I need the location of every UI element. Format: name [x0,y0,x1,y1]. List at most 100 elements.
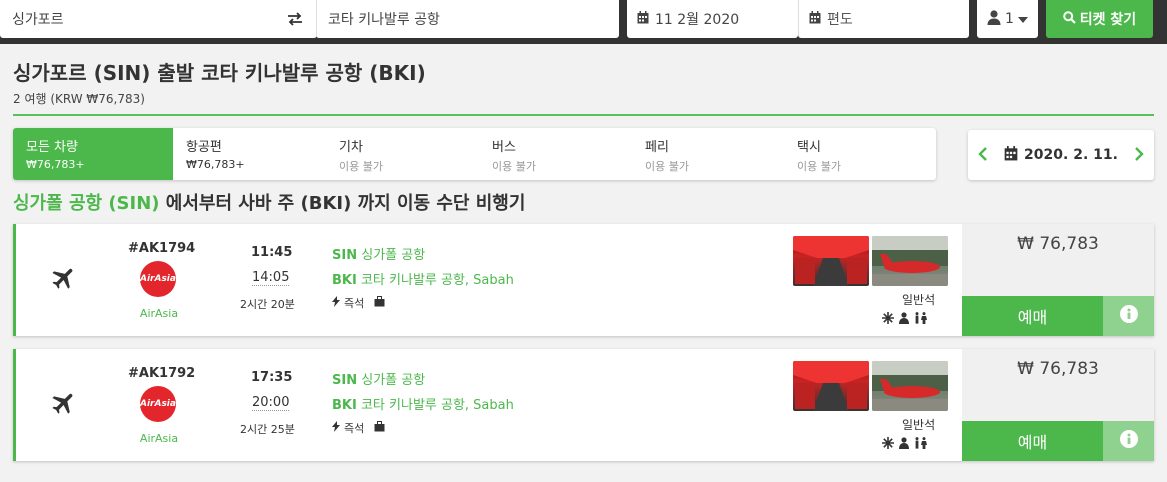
instant-label: 즉석 [344,297,365,310]
restroom-icon [914,434,927,453]
destination-name: 코타 키나발루 공항, Sabah [360,273,514,288]
departure-time: 11:45 [251,245,293,260]
page-subtitle: 2 여행 (KRW ₩76,783) [13,92,145,106]
amenities [882,309,927,328]
airline-logo: AirAsia [140,386,176,422]
section-title-rest: 에서부터 사바 주 (BKI) 까지 이동 수단 비행기 [159,193,526,214]
price: ₩ 76,783 [1017,234,1099,254]
tab-ferry[interactable]: 페리 이용 불가 [632,128,784,180]
return-date-value: 편도 [827,12,853,28]
arrival-time: 14:05 [252,270,290,286]
result-card: #AK1792 AirAsia AirAsia 17:35 20:00 2시간 … [13,349,1154,461]
lightning-icon [332,421,340,435]
tab-label: 기차 [339,140,363,155]
info-button[interactable] [1103,296,1154,336]
passenger-select[interactable]: 1 [977,0,1038,38]
airplane-icon [50,389,78,421]
destination-airport: BKI 코타 키나발루 공항, Sabah [332,269,514,288]
chevron-right-icon[interactable] [1134,146,1144,165]
cabin-photo[interactable] [793,361,869,411]
aircraft-photo[interactable] [872,361,948,411]
seat-class: 일반석 [902,293,936,307]
duration: 2시간 20분 [240,298,295,311]
seat-icon [898,309,910,328]
departure-time: 17:35 [251,370,293,385]
arrival-time: 20:00 [252,395,290,411]
destination-value: 코타 키나발루 공항 [328,12,440,28]
snowflake-icon [882,434,894,453]
tab-availability: 이용 불가 [339,160,383,173]
lightning-icon [332,296,340,310]
info-icon [1119,430,1138,452]
search-button-label: 티켓 찾기 [1079,12,1137,28]
destination-name: 코타 키나발루 공항, Sabah [360,398,514,413]
duration: 2시간 25분 [240,423,295,436]
tab-availability: 이용 불가 [797,160,841,173]
price: ₩ 76,783 [1017,359,1099,379]
tab-all-vehicles[interactable]: 모든 차량 ₩76,783+ [13,128,173,180]
tab-label: 페리 [645,140,669,155]
flight-number: #AK1794 [128,241,196,256]
tab-train[interactable]: 기차 이용 불가 [326,128,479,180]
destination-input[interactable]: 코타 키나발루 공항 [316,0,619,38]
price-panel: ₩ 76,783 예매 [962,224,1154,336]
info-icon [1119,305,1138,327]
tab-availability: 이용 불가 [645,160,689,173]
chevron-left-icon[interactable] [978,146,988,165]
tab-label: 모든 차량 [26,140,78,155]
calendar-icon [1004,145,1018,165]
page-title: 싱가포르 (SIN) 출발 코타 키나발루 공항 (BKI) [13,61,426,85]
origin-airport: SIN 싱가폴 공항 [332,244,425,263]
current-date: 2020. 2. 11. [1004,145,1118,165]
tab-flights[interactable]: 항공편 ₩76,783+ [173,128,326,180]
divider [13,114,1154,116]
origin-name: 싱가폴 공항 [361,248,426,263]
origin-value: 싱가포르 [12,12,64,28]
calendar-icon [637,10,649,28]
current-date-value: 2020. 2. 11. [1024,147,1118,163]
destination-code: BKI [332,273,357,288]
origin-code: SIN [332,373,358,388]
passenger-count: 1 [1005,11,1014,27]
swap-icon[interactable] [285,9,305,29]
book-button[interactable]: 예매 [962,421,1103,461]
calendar-icon [809,10,821,28]
luggage-icon [374,421,385,435]
search-button[interactable]: 티켓 찾기 [1046,0,1153,38]
airplane-icon [50,264,78,296]
origin-airport: SIN 싱가폴 공항 [332,369,425,388]
tab-taxi[interactable]: 택시 이용 불가 [784,128,936,180]
tab-bus[interactable]: 버스 이용 불가 [479,128,632,180]
luggage-icon [374,296,385,310]
origin-input[interactable]: 싱가포르 [0,0,317,38]
airline-name: AirAsia [139,307,179,320]
airline-logo: AirAsia [140,261,176,297]
result-card: #AK1794 AirAsia AirAsia 11:45 14:05 2시간 … [13,224,1154,336]
tab-availability: 이용 불가 [492,160,536,173]
search-bar: 싱가포르 코타 키나발루 공항 11 2월 2020 편도 1 티켓 찾기 [0,0,1167,44]
price-panel: ₩ 76,783 예매 [962,349,1154,461]
restroom-icon [914,309,927,328]
transport-tabs: 모든 차량 ₩76,783+ 항공편 ₩76,783+ 기차 이용 불가 버스 … [13,128,936,180]
airline-name: AirAsia [139,432,179,445]
aircraft-photo[interactable] [872,236,948,286]
search-icon [1062,10,1076,28]
book-button[interactable]: 예매 [962,296,1103,336]
section-title-highlight: 싱가폴 공항 (SIN) [13,193,160,214]
return-date-input[interactable]: 편도 [798,0,969,38]
snowflake-icon [882,309,894,328]
tab-price: ₩76,783+ [26,158,85,171]
origin-code: SIN [332,248,358,263]
flight-number: #AK1792 [128,366,196,381]
depart-date-value: 11 2월 2020 [655,12,740,28]
features: 즉석 [332,420,385,436]
depart-date-input[interactable]: 11 2월 2020 [627,0,798,38]
amenities [882,434,927,453]
destination-code: BKI [332,398,357,413]
info-button[interactable] [1103,421,1154,461]
tab-label: 택시 [797,140,821,155]
instant-label: 즉석 [344,422,365,435]
cabin-photo[interactable] [793,236,869,286]
seat-class: 일반석 [902,418,936,432]
section-title: 싱가폴 공항 (SIN) 에서부터 사바 주 (BKI) 까지 이동 수단 비행… [13,189,525,215]
